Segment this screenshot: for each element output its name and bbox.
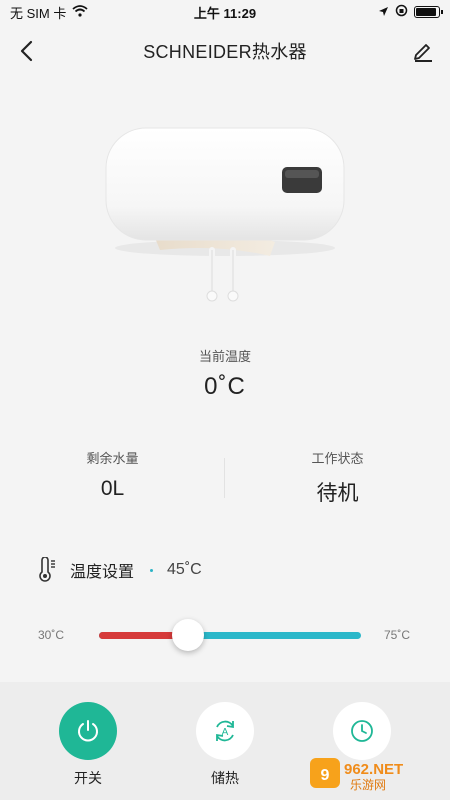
battery-icon: [414, 6, 443, 18]
power-button[interactable]: [59, 702, 117, 760]
remaining-water-label: 剩余水量: [86, 451, 139, 466]
slider-min-label: 30˚C: [38, 628, 65, 642]
current-temp-label: 当前温度: [198, 349, 251, 364]
page-title: SCHNEIDER热水器: [143, 42, 307, 62]
back-button[interactable]: [10, 34, 44, 68]
clock-icon: [351, 720, 373, 742]
auto-cycle-icon: A: [216, 720, 234, 742]
thermometer-icon: [39, 557, 55, 582]
water-heater-image: [105, 127, 345, 302]
power-icon: [78, 720, 98, 742]
separator-dot: [150, 568, 154, 572]
work-status: 工作状态 待机: [225, 448, 450, 518]
stats-row: 剩余水量 0L 工作状态 待机: [0, 448, 450, 518]
bottom-action-bar: 开关 A 储热 9 962.NET 乐游网: [0, 682, 450, 800]
temperature-setting: 温度设置 45˚C: [36, 556, 202, 584]
temperature-slider: 30˚C 75˚C: [0, 619, 450, 651]
orientation-lock-icon: [395, 4, 408, 20]
temp-setting-label: 温度设置: [70, 564, 135, 581]
heat-storage-action[interactable]: A 储热: [185, 702, 265, 788]
temp-setting-value: 45˚C: [167, 561, 202, 578]
current-temperature: 当前温度 0˚C: [0, 346, 450, 401]
work-status-label: 工作状态: [311, 451, 364, 466]
current-temp-value: 0˚C: [204, 373, 246, 400]
location-icon: [378, 5, 389, 20]
work-status-value: 待机: [316, 482, 359, 505]
slider-max-label: 75˚C: [383, 628, 410, 642]
slider-track[interactable]: [99, 632, 361, 639]
watermark-logo: 9 962.NET 乐游网: [310, 758, 403, 792]
stats-divider: [224, 458, 225, 498]
heat-storage-button[interactable]: A: [196, 702, 254, 760]
nav-bar: SCHNEIDER热水器: [0, 28, 450, 74]
edit-button[interactable]: [406, 34, 440, 68]
carrier-label: 无 SIM 卡: [10, 5, 67, 21]
status-bar: 无 SIM 卡 上午 11:29: [0, 0, 450, 24]
svg-text:9: 9: [321, 767, 330, 784]
wifi-icon: [72, 4, 88, 20]
remaining-water-value: 0L: [100, 477, 125, 500]
status-left: 无 SIM 卡: [10, 3, 88, 22]
timer-button[interactable]: [333, 702, 391, 760]
heat-storage-label: 储热: [211, 770, 239, 786]
svg-text:A: A: [222, 727, 229, 738]
chevron-left-icon: [20, 40, 33, 62]
remaining-water: 剩余水量 0L: [0, 448, 225, 518]
power-action[interactable]: 开关: [48, 702, 128, 788]
pencil-icon: [414, 44, 432, 62]
svg-text:乐游网: 乐游网: [350, 778, 386, 792]
svg-text:962.NET: 962.NET: [344, 761, 403, 778]
status-right: [378, 4, 443, 20]
power-label: 开关: [74, 770, 102, 786]
slider-thumb[interactable]: [172, 619, 205, 651]
